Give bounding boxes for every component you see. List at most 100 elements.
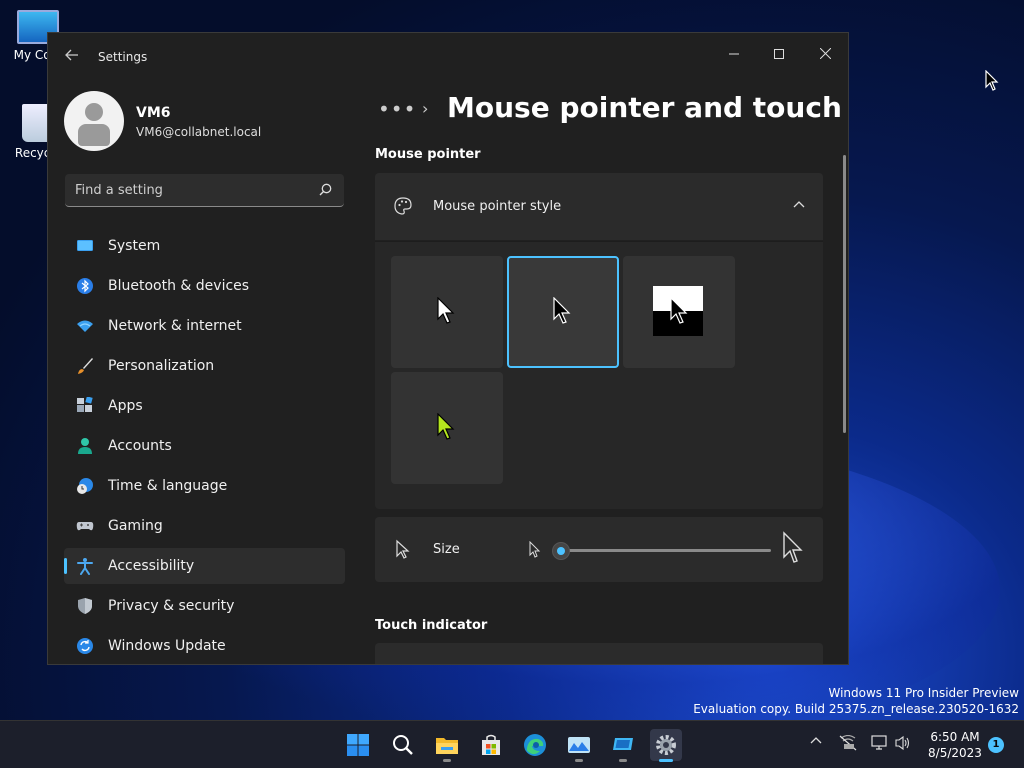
chevron-up-icon[interactable]: [793, 199, 805, 211]
taskbar: 6:50 AM 8/5/2023 1: [0, 720, 1024, 768]
breadcrumb-overflow-button[interactable]: •••: [378, 97, 416, 121]
pointer-style-white[interactable]: [391, 256, 503, 368]
sidebar-item-label: Privacy & security: [108, 598, 235, 614]
brush-icon: [78, 358, 93, 374]
store-icon: [482, 734, 500, 755]
edge-icon: [524, 734, 546, 756]
sidebar-item-label: Apps: [108, 398, 143, 414]
sidebar-item-label: Windows Update: [108, 638, 226, 654]
pointer-style-black[interactable]: [507, 256, 619, 368]
palette-icon: [394, 197, 412, 215]
user-name: VM6: [136, 105, 171, 121]
search-icon: [393, 735, 413, 755]
sidebar-item-privacy[interactable]: Privacy & security: [64, 588, 345, 624]
accessibility-icon: [77, 558, 93, 575]
taskbar-settings[interactable]: [650, 729, 682, 762]
sidebar-item-time-language[interactable]: Time & language: [64, 468, 345, 504]
content-scrollbar[interactable]: [843, 155, 846, 433]
arrow-left-icon: [65, 49, 78, 61]
notification-badge[interactable]: 1: [988, 737, 1004, 753]
active-indicator: [659, 759, 673, 762]
taskbar-remote-desktop[interactable]: [607, 729, 639, 762]
sidebar-item-gaming[interactable]: Gaming: [64, 508, 345, 544]
sidebar-item-label: Time & language: [108, 478, 228, 494]
show-hidden-icons-button[interactable]: [806, 735, 826, 755]
clock-time: 6:50 AM: [930, 730, 980, 744]
photos-icon: [568, 737, 590, 753]
watermark-line: Evaluation copy. Build 25375.zn_release.…: [693, 702, 1019, 716]
sidebar-item-windows-update[interactable]: Windows Update: [64, 628, 345, 664]
sidebar-item-label: Network & internet: [108, 318, 242, 334]
apps-icon: [77, 397, 93, 412]
title-bar[interactable]: Settings: [48, 33, 848, 81]
taskbar-file-explorer[interactable]: [431, 729, 463, 762]
pointer-style-inverted[interactable]: [623, 256, 735, 368]
taskbar-photos[interactable]: [563, 729, 595, 762]
pointer-size-slider[interactable]: [552, 542, 771, 560]
black-cursor-icon: [553, 297, 571, 324]
sidebar-item-accessibility[interactable]: Accessibility: [64, 548, 345, 584]
sidebar-item-network[interactable]: Network & internet: [64, 308, 345, 344]
mouse-pointer-style-expander[interactable]: Mouse pointer style: [375, 173, 823, 240]
close-icon: [819, 47, 831, 60]
sidebar-item-label: Accessibility: [108, 558, 195, 574]
user-email: VM6@collabnet.local: [136, 125, 262, 139]
evaluation-watermark: Windows 11 Pro Insider Preview Evaluatio…: [693, 685, 1019, 717]
taskbar-search-button[interactable]: [387, 729, 419, 761]
touch-indicator-card[interactable]: [375, 643, 823, 664]
volume-control[interactable]: [893, 735, 913, 755]
back-button[interactable]: [62, 47, 82, 67]
settings-window: Settings VM6 VM6@collabnet.local System …: [47, 32, 849, 665]
watermark-line: Windows 11 Pro Insider Preview: [828, 686, 1019, 700]
sidebar-item-label: Gaming: [108, 518, 163, 534]
network-disconnected-icon: [839, 734, 857, 751]
large-pointer-icon: [783, 531, 803, 563]
bluetooth-icon: [77, 278, 93, 294]
sidebar-item-apps[interactable]: Apps: [64, 388, 345, 424]
minimize-button[interactable]: [711, 39, 757, 71]
clock-date: 8/5/2023: [928, 746, 982, 760]
small-pointer-icon: [529, 541, 541, 558]
maximize-button[interactable]: [756, 39, 802, 71]
update-icon: [77, 638, 93, 654]
sidebar-item-accounts[interactable]: Accounts: [64, 428, 345, 464]
section-title-touch-indicator: Touch indicator: [375, 618, 488, 633]
shield-icon: [78, 598, 92, 614]
globe-clock-icon: [77, 478, 93, 494]
mouse-pointer-style-label: Mouse pointer style: [433, 199, 562, 214]
pointer-size-slider-thumb[interactable]: [552, 542, 570, 560]
pointer-styles-panel: [375, 241, 823, 509]
sidebar-item-label: Accounts: [108, 438, 172, 454]
sidebar-item-personalization[interactable]: Personalization: [64, 348, 345, 384]
start-button[interactable]: [342, 729, 374, 761]
running-indicator: [619, 759, 627, 762]
close-button[interactable]: [802, 39, 848, 71]
remote-desktop-icon: [613, 738, 633, 750]
wifi-icon: [77, 320, 93, 332]
network-status[interactable]: [838, 734, 858, 755]
taskbar-edge[interactable]: [519, 729, 551, 761]
system-icon: [77, 240, 93, 251]
custom-color-cursor-icon: [437, 413, 455, 440]
search-icon[interactable]: [319, 183, 332, 196]
sidebar-item-bluetooth[interactable]: Bluetooth & devices: [64, 268, 345, 304]
maximize-icon: [774, 49, 784, 59]
search-box[interactable]: [65, 174, 344, 207]
sidebar-item-label: Personalization: [108, 358, 215, 374]
chevron-up-icon: [810, 737, 822, 744]
page-title: Mouse pointer and touch: [447, 91, 842, 124]
sidebar-item-label: Bluetooth & devices: [108, 278, 250, 294]
display-status[interactable]: [870, 735, 890, 755]
search-input[interactable]: [75, 174, 305, 206]
sidebar-nav: System Bluetooth & devices Network & int…: [64, 228, 345, 664]
taskbar-store[interactable]: [475, 729, 507, 761]
mouse-cursor-icon: [985, 70, 999, 91]
white-cursor-icon: [437, 297, 455, 324]
pointer-size-label: Size: [433, 542, 460, 557]
pointer-size-icon: [396, 539, 410, 559]
system-clock[interactable]: 6:50 AM 8/5/2023: [924, 729, 986, 761]
pointer-style-custom[interactable]: [391, 372, 503, 484]
minimize-icon: [729, 53, 739, 55]
monitor-icon: [871, 735, 887, 750]
sidebar-item-system[interactable]: System: [64, 228, 345, 264]
